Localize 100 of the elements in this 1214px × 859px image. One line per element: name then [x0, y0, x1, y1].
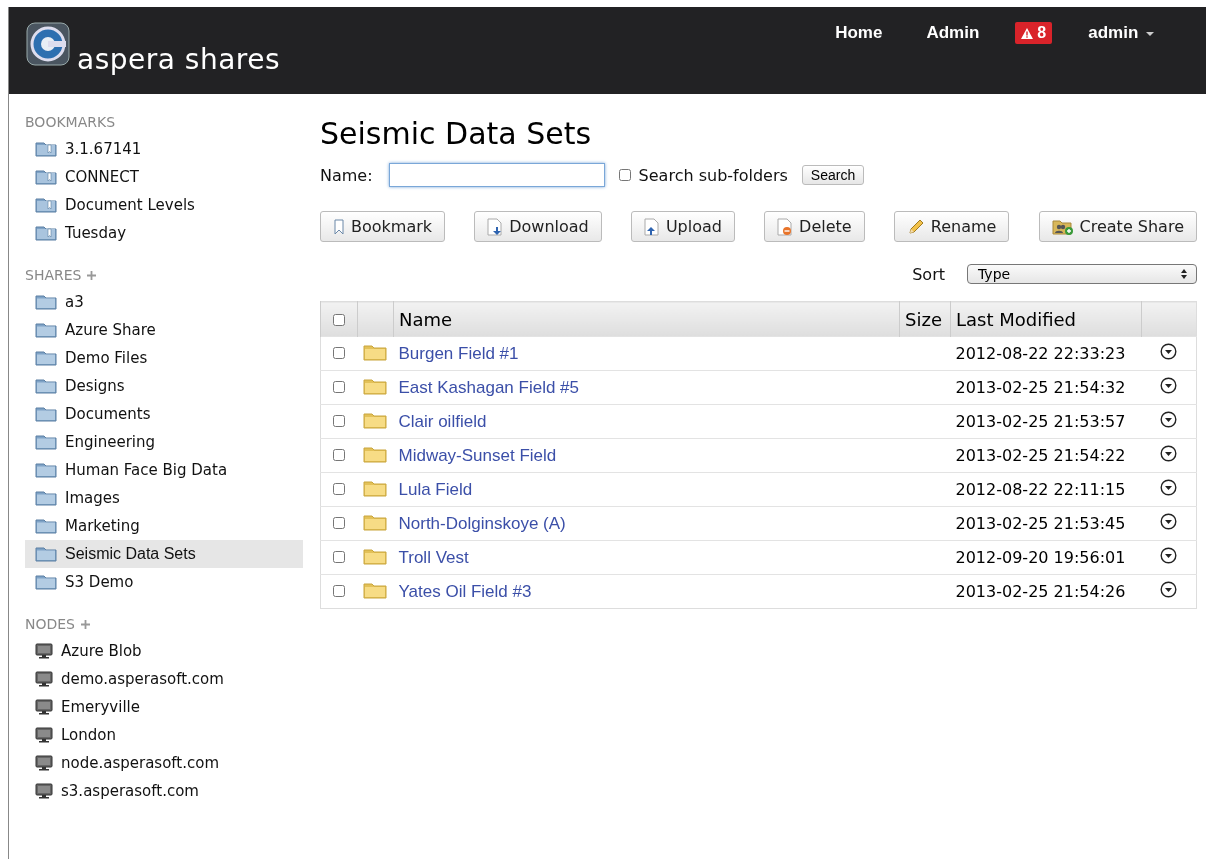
stepper-icon — [1180, 268, 1188, 280]
row-checkbox[interactable] — [333, 347, 346, 359]
row-menu-icon[interactable] — [1160, 343, 1178, 360]
toolbar-button[interactable]: Rename — [893, 211, 1010, 242]
sidebar-item[interactable]: Images — [25, 484, 303, 512]
nav-link[interactable]: Admin — [904, 19, 1002, 47]
sidebar-item[interactable]: Human Face Big Data — [25, 456, 303, 484]
select-all-checkbox[interactable] — [333, 313, 345, 326]
brand-name: aspera shares — [77, 43, 281, 76]
folder-icon — [35, 574, 57, 590]
nav-link[interactable]: Home — [813, 19, 905, 47]
add-icon[interactable] — [87, 270, 97, 280]
modified-date: 2012-08-22 22:33:23 — [955, 344, 1126, 363]
add-icon[interactable] — [81, 619, 90, 629]
row-checkbox[interactable] — [333, 585, 346, 597]
folder-icon — [362, 342, 387, 361]
modified-date: 2012-08-22 22:11:15 — [955, 480, 1126, 499]
subfolders-checkbox[interactable] — [618, 169, 631, 181]
column-header[interactable]: Name — [393, 301, 900, 337]
bookmark-folder-icon — [35, 141, 57, 157]
delete-icon — [777, 217, 794, 236]
folder-icon — [35, 434, 57, 450]
sidebar-item[interactable]: Document Levels — [25, 191, 303, 219]
folder-link[interactable]: East Kashagan Field #5 — [398, 377, 579, 397]
sort-dropdown[interactable]: Type — [967, 264, 1197, 284]
folder-icon — [35, 462, 57, 478]
folder-icon — [35, 322, 57, 338]
section-heading: NODES — [25, 616, 75, 632]
folder-icon — [35, 350, 57, 366]
alert-badge[interactable]: 8 — [1015, 22, 1053, 44]
row-menu-icon[interactable] — [1160, 547, 1178, 564]
bookmark-folder-icon — [35, 225, 57, 241]
modified-date: 2013-02-25 21:54:32 — [955, 378, 1126, 397]
row-menu-icon[interactable] — [1160, 411, 1178, 428]
row-menu-icon[interactable] — [1160, 445, 1178, 462]
sidebar-item[interactable]: Seismic Data Sets — [25, 540, 303, 568]
section-heading: BOOKMARKS — [25, 114, 116, 130]
bookmark-icon — [333, 218, 345, 235]
row-menu-icon[interactable] — [1160, 513, 1178, 530]
sidebar-item[interactable]: Designs — [25, 372, 303, 400]
row-checkbox[interactable] — [333, 483, 346, 495]
sidebar-item[interactable]: demo.asperasoft.com — [25, 665, 303, 693]
folder-icon — [362, 410, 387, 429]
sidebar-item[interactable]: Tuesday — [25, 219, 303, 247]
toolbar-button[interactable]: Create Share — [1038, 211, 1197, 242]
folder-icon — [35, 518, 57, 534]
share-folder-icon — [1051, 217, 1074, 236]
folder-icon — [362, 376, 387, 395]
row-checkbox[interactable] — [333, 551, 346, 563]
search-button[interactable]: Search — [801, 165, 865, 185]
folder-link[interactable]: Lula Field — [398, 479, 473, 499]
folder-link[interactable]: Troll Vest — [398, 547, 469, 567]
modified-date: 2013-02-25 21:54:22 — [955, 446, 1126, 465]
modified-date: 2013-02-25 21:53:45 — [955, 514, 1126, 533]
folder-link[interactable]: Yates Oil Field #3 — [398, 581, 532, 601]
sidebar-item[interactable]: s3.asperasoft.com — [25, 777, 303, 805]
toolbar-button[interactable]: Upload — [630, 211, 735, 242]
sidebar-item[interactable]: London — [25, 721, 303, 749]
sidebar-item[interactable]: CONNECT — [25, 163, 303, 191]
page-title: Seismic Data Sets — [320, 116, 593, 151]
sidebar-item[interactable]: a3 — [25, 288, 303, 316]
sidebar-item[interactable]: S3 Demo — [25, 568, 303, 596]
folder-link[interactable]: Clair oilfield — [398, 411, 487, 431]
bookmark-folder-icon — [35, 169, 57, 185]
sidebar-item[interactable]: Documents — [25, 400, 303, 428]
modified-date: 2013-02-25 21:54:26 — [955, 582, 1126, 601]
folder-link[interactable]: Midway-Sunset Field — [398, 445, 557, 465]
monitor-icon — [35, 727, 53, 743]
sidebar-item[interactable]: Azure Blob — [25, 637, 303, 665]
sidebar-item[interactable]: Azure Share — [25, 316, 303, 344]
sidebar-item[interactable]: 3.1.67141 — [25, 135, 303, 163]
folder-icon — [35, 546, 57, 562]
toolbar-button[interactable]: Download — [474, 211, 602, 242]
row-menu-icon[interactable] — [1160, 581, 1178, 598]
upload-icon — [643, 217, 660, 236]
row-checkbox[interactable] — [333, 381, 346, 393]
sidebar-item[interactable]: node.asperasoft.com — [25, 749, 303, 777]
section-heading: SHARES — [25, 267, 82, 283]
pencil-icon — [906, 217, 925, 236]
toolbar-button[interactable]: Bookmark — [320, 211, 446, 242]
monitor-icon — [35, 671, 53, 687]
column-header[interactable]: Size — [899, 301, 951, 337]
sidebar-item[interactable]: Engineering — [25, 428, 303, 456]
monitor-icon — [35, 699, 53, 715]
row-checkbox[interactable] — [333, 449, 346, 461]
sidebar-item[interactable]: Demo Files — [25, 344, 303, 372]
row-menu-icon[interactable] — [1160, 377, 1178, 394]
row-checkbox[interactable] — [333, 517, 346, 529]
folder-link[interactable]: North-Dolginskoye (A) — [398, 513, 566, 533]
row-menu-icon[interactable] — [1160, 479, 1178, 496]
user-menu[interactable]: admin — [1066, 19, 1176, 47]
folder-icon — [362, 580, 387, 599]
row-checkbox[interactable] — [333, 415, 346, 427]
name-input[interactable] — [388, 163, 605, 187]
bookmark-folder-icon — [35, 197, 57, 213]
sidebar-item[interactable]: Marketing — [25, 512, 303, 540]
toolbar-button[interactable]: Delete — [764, 211, 865, 242]
folder-link[interactable]: Burgen Field #1 — [398, 343, 519, 363]
sidebar-item[interactable]: Emeryville — [25, 693, 303, 721]
column-header[interactable]: Last Modified — [950, 301, 1142, 337]
